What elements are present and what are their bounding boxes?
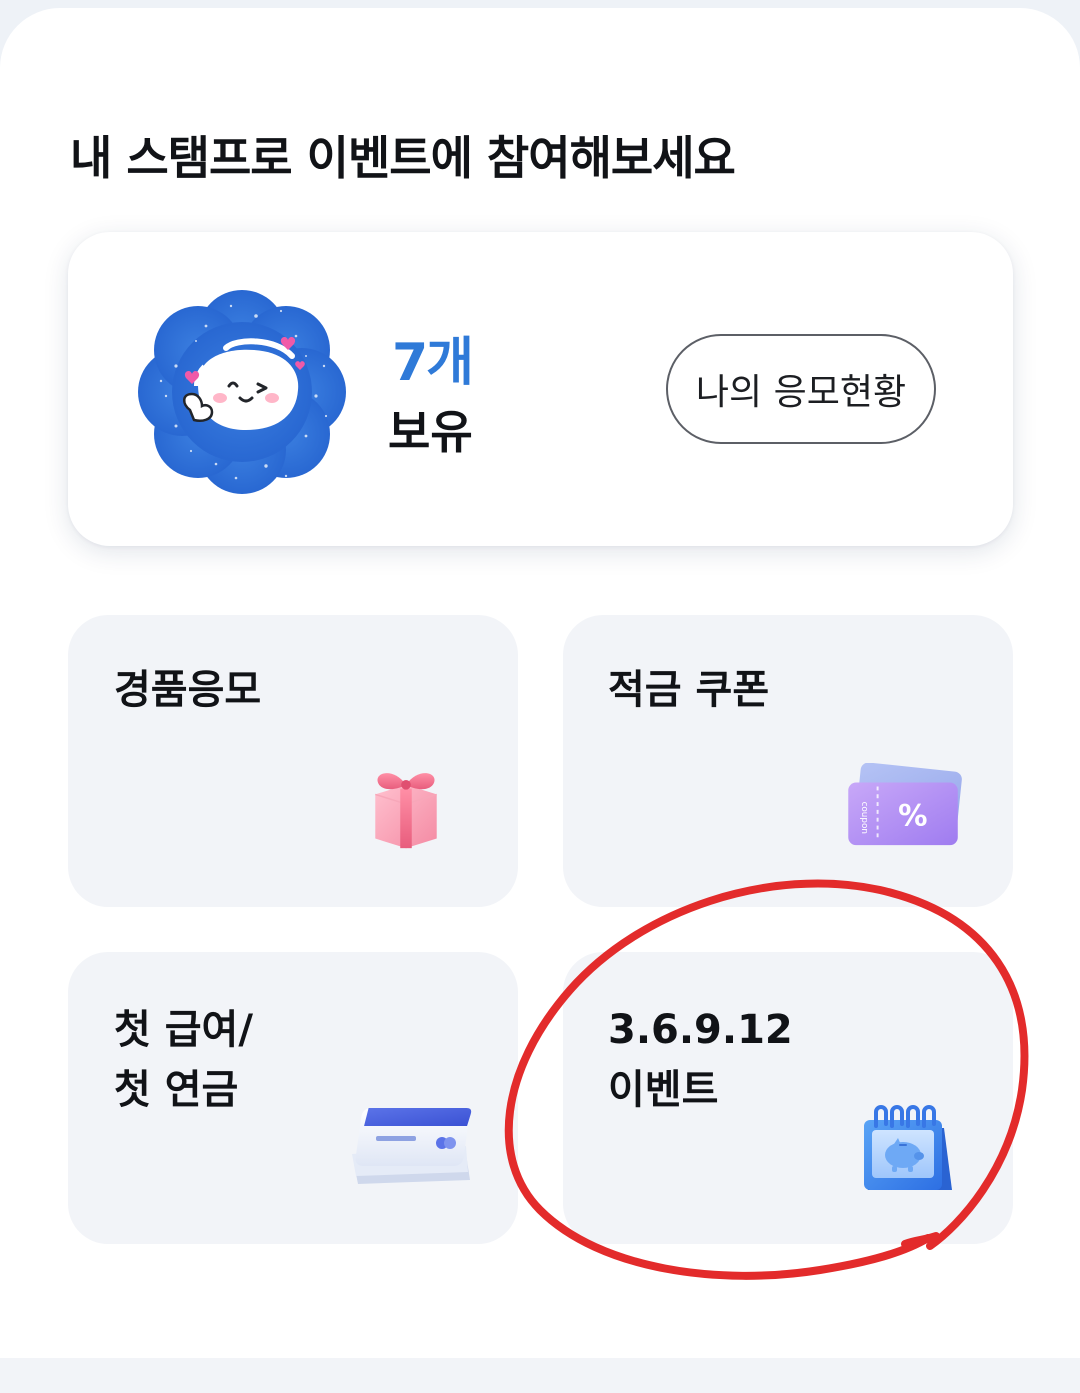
bottom-strip (0, 1358, 1080, 1393)
card-icon (352, 1108, 472, 1184)
entry-status-button[interactable]: 나의 응모현황 (666, 334, 936, 444)
tile-first-salary-label-line2: 첫 연금 (114, 1067, 239, 1113)
tile-savings-coupon[interactable] (563, 615, 1013, 907)
gift-icon (375, 773, 437, 849)
stamp-mascot-icon (138, 290, 346, 494)
tile-savings-coupon-label: 적금 쿠폰 (608, 667, 770, 713)
section-title: 내 스탬프로 이벤트에 참여해보세요 (70, 131, 736, 185)
svg-text:coupon: coupon (859, 802, 869, 834)
coupon-icon: coupon % (848, 763, 962, 846)
calendar-piggy-icon (864, 1105, 952, 1190)
stamp-owned-label: 보유 (388, 405, 473, 459)
tile-prize-entry-label: 경품응모 (114, 667, 262, 713)
tile-369-12-label-line1: 3.6.9.12 (608, 1007, 793, 1053)
stamp-count: 7개 (392, 333, 474, 393)
svg-text:%: % (898, 799, 927, 833)
tile-first-salary-label-line1: 첫 급여/ (114, 1007, 253, 1053)
tile-369-12-label-line2: 이벤트 (608, 1067, 719, 1113)
